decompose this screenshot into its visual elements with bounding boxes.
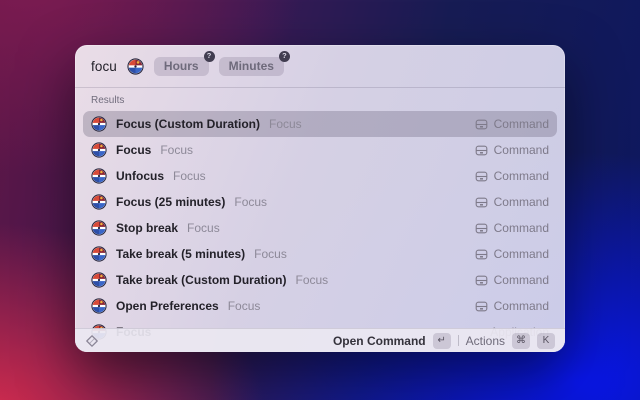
command-icon <box>475 248 488 261</box>
result-subtitle: Focus <box>228 299 261 313</box>
result-title: Unfocus <box>116 169 164 183</box>
result-row[interactable]: Focus Focus Command <box>83 137 557 163</box>
result-type: Command <box>475 169 549 183</box>
result-subtitle: Focus <box>234 195 267 209</box>
command-icon <box>475 144 488 157</box>
result-row[interactable]: Focus (Custom Duration) Focus Command <box>83 111 557 137</box>
tag-hours-help-icon[interactable]: ? <box>204 51 215 62</box>
k-key-badge[interactable]: K <box>537 333 555 349</box>
result-type-label: Command <box>494 273 549 287</box>
result-subtitle: Focus <box>269 117 302 131</box>
result-type: Command <box>475 299 549 313</box>
result-subtitle: Focus <box>173 169 206 183</box>
focus-app-icon <box>91 246 107 262</box>
focus-app-icon <box>91 220 107 236</box>
result-title: Focus (Custom Duration) <box>116 117 260 131</box>
primary-action-label[interactable]: Open Command <box>333 334 426 348</box>
cmd-key-badge[interactable]: ⌘ <box>512 333 530 349</box>
result-type: Command <box>475 195 549 209</box>
focus-app-icon <box>91 116 107 132</box>
result-type: Command <box>475 221 549 235</box>
result-type-label: Command <box>494 299 549 313</box>
result-type: Command <box>475 247 549 261</box>
result-type-label: Command <box>494 169 549 183</box>
return-key-badge[interactable]: ↵ <box>433 333 451 349</box>
result-type-label: Command <box>494 221 549 235</box>
focus-app-icon <box>91 142 107 158</box>
result-subtitle: Focus <box>187 221 220 235</box>
result-type-label: Command <box>494 247 549 261</box>
result-title: Take break (5 minutes) <box>116 247 245 261</box>
tag-minutes-help-icon[interactable]: ? <box>279 51 290 62</box>
raycast-window: focu Hours ? Minutes ? Results Focus (Cu… <box>75 45 565 352</box>
result-title: Take break (Custom Duration) <box>116 273 286 287</box>
focus-app-icon <box>91 298 107 314</box>
result-row[interactable]: Focus (25 minutes) Focus Command <box>83 189 557 215</box>
result-row[interactable]: Unfocus Focus Command <box>83 163 557 189</box>
result-subtitle: Focus <box>295 273 328 287</box>
result-subtitle: Focus <box>254 247 287 261</box>
command-icon <box>475 222 488 235</box>
result-type: Command <box>475 117 549 131</box>
command-icon <box>475 170 488 183</box>
results-list: Focus (Custom Duration) Focus Command Fo… <box>75 111 565 351</box>
command-icon <box>475 274 488 287</box>
focus-app-icon <box>91 272 107 288</box>
tag-minutes[interactable]: Minutes ? <box>219 57 284 76</box>
result-row[interactable]: Open Preferences Focus Command <box>83 293 557 319</box>
result-type-label: Command <box>494 117 549 131</box>
tag-hours-label: Hours <box>164 59 199 73</box>
result-title: Focus (25 minutes) <box>116 195 225 209</box>
result-row[interactable]: Stop break Focus Command <box>83 215 557 241</box>
result-title: Stop break <box>116 221 178 235</box>
search-bar: focu Hours ? Minutes ? <box>75 45 565 88</box>
result-row[interactable]: Take break (5 minutes) Focus Command <box>83 241 557 267</box>
result-type-label: Command <box>494 195 549 209</box>
footer-separator <box>458 335 459 346</box>
actions-menu-label[interactable]: Actions <box>466 334 505 348</box>
focus-app-icon <box>91 194 107 210</box>
tag-hours[interactable]: Hours ? <box>154 57 209 76</box>
command-icon <box>475 300 488 313</box>
result-type: Command <box>475 143 549 157</box>
footer-actions: Open Command ↵ Actions ⌘ K <box>333 333 555 349</box>
footer-bar: Open Command ↵ Actions ⌘ K <box>75 328 565 352</box>
raycast-logo-icon <box>85 334 99 348</box>
tag-minutes-label: Minutes <box>229 59 274 73</box>
focus-app-icon <box>91 168 107 184</box>
focus-app-icon <box>127 58 144 75</box>
result-row[interactable]: Take break (Custom Duration) Focus Comma… <box>83 267 557 293</box>
result-title: Open Preferences <box>116 299 219 313</box>
result-type: Command <box>475 273 549 287</box>
results-section-label: Results <box>75 88 565 111</box>
command-icon <box>475 196 488 209</box>
result-type-label: Command <box>494 143 549 157</box>
command-icon <box>475 118 488 131</box>
result-title: Focus <box>116 143 151 157</box>
result-subtitle: Focus <box>160 143 193 157</box>
desktop: { "window": { "search": { "query": "focu… <box>0 0 640 400</box>
search-input[interactable]: focu <box>91 59 117 74</box>
